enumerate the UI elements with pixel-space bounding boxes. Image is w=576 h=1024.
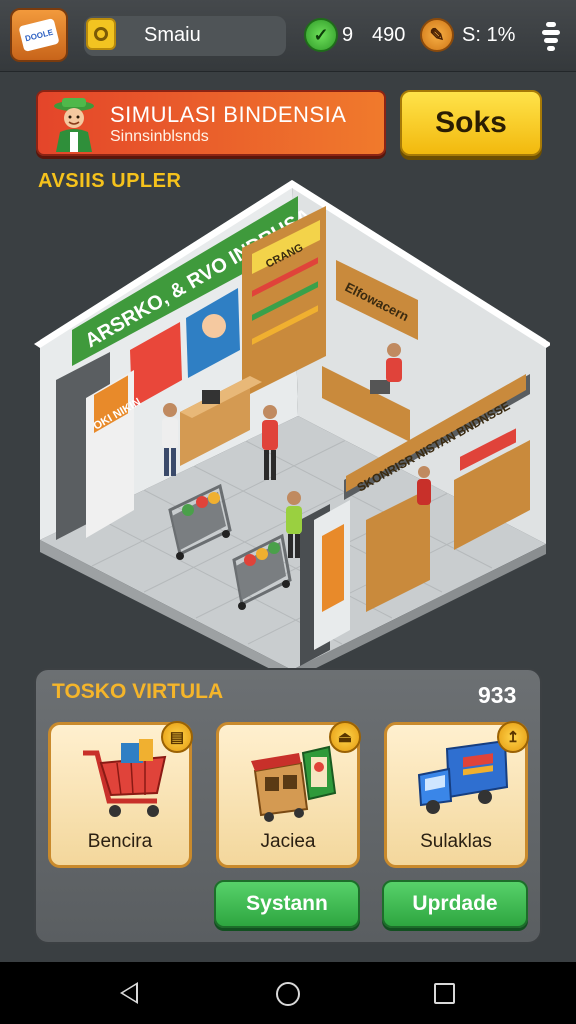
card-badge: ▤ bbox=[161, 721, 193, 753]
checkmark-icon: ✓ bbox=[304, 18, 338, 52]
soks-button[interactable]: Soks bbox=[400, 90, 542, 156]
panel-count: 933 bbox=[478, 682, 517, 708]
store-scene[interactable]: ARSRKO, & RVO INDRUSA OKI NIKIN CRANG El… bbox=[30, 180, 550, 670]
card-badge: ↥ bbox=[497, 721, 529, 753]
wrench-icon: ✎ bbox=[420, 18, 454, 52]
card-label: Sulaklas bbox=[420, 831, 492, 852]
upgrade-button[interactable]: Uprdade bbox=[382, 880, 528, 928]
card-jaciea[interactable]: ⏏ Jaciea bbox=[216, 721, 361, 868]
shopping-cart-icon bbox=[83, 739, 167, 817]
delivery-truck-icon bbox=[417, 739, 509, 814]
panel-title: TOSKO VIRTULA bbox=[52, 680, 224, 703]
mascot-avatar bbox=[54, 98, 94, 152]
green-stat-value: 9 bbox=[342, 24, 354, 46]
card-label: Bencira bbox=[87, 831, 153, 852]
shopper-4 bbox=[417, 466, 431, 505]
app-icon[interactable]: DOOLE bbox=[10, 8, 68, 62]
title-banner: SIMULASI BINDENSIA Sinnsinblsnds bbox=[36, 90, 386, 156]
orange-stat-value: S: 1% bbox=[462, 24, 516, 46]
recent-apps-icon[interactable] bbox=[434, 983, 455, 1004]
profile-icon bbox=[86, 18, 116, 50]
player-name: Smaiu bbox=[144, 24, 201, 46]
menu-icon[interactable] bbox=[540, 22, 562, 52]
kiosk-icon bbox=[251, 745, 337, 822]
systann-button[interactable]: Systann bbox=[214, 880, 360, 928]
app-icon-label: DOOLE bbox=[18, 18, 60, 52]
back-icon[interactable] bbox=[120, 982, 138, 1004]
home-icon[interactable] bbox=[276, 982, 300, 1006]
banner-subtitle: Sinnsinblsnds bbox=[110, 128, 209, 145]
coins-value: 490 bbox=[372, 24, 406, 46]
card-badge: ⏏ bbox=[329, 721, 361, 753]
card-label: Jaciea bbox=[260, 831, 316, 852]
cashier bbox=[386, 343, 402, 382]
card-bencira[interactable]: ▤ Bencira bbox=[48, 721, 193, 868]
banner-title: SIMULASI BINDENSIA bbox=[110, 102, 347, 127]
card-sulaklas[interactable]: ↥ Sulaklas bbox=[384, 721, 529, 868]
